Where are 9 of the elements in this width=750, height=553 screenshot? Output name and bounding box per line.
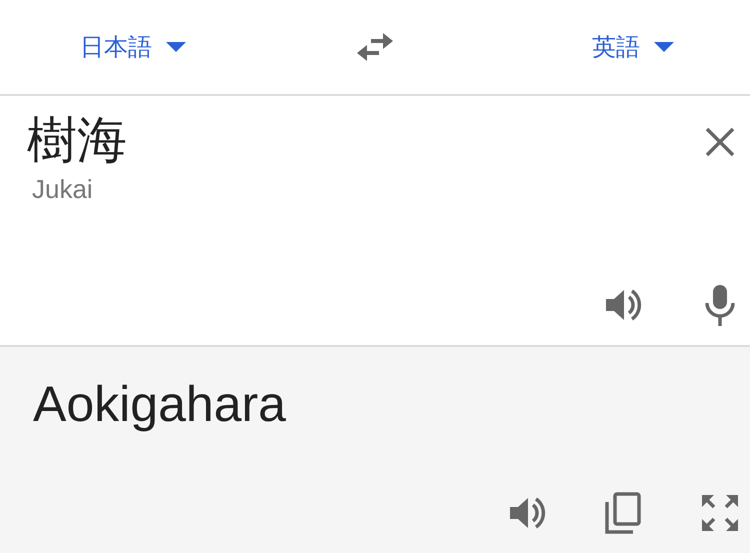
translation-text: Aokigahara (33, 376, 286, 432)
swap-icon (355, 31, 395, 63)
close-icon (704, 126, 736, 158)
caret-icon (654, 42, 674, 52)
transliteration-text: Jukai (32, 172, 93, 206)
source-text: 樹海 (27, 112, 127, 170)
source-language-dropdown[interactable]: 日本語 (76, 25, 190, 69)
caret-icon (166, 42, 186, 52)
target-language-dropdown[interactable]: 英語 (588, 25, 678, 69)
